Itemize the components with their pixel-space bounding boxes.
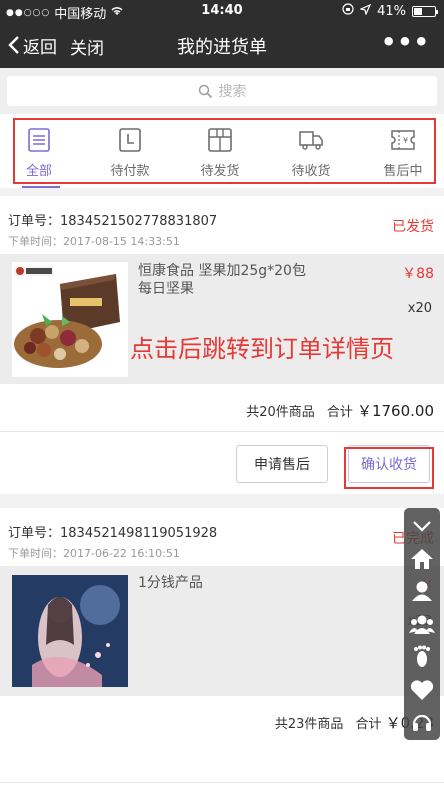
order-time: 下单时间：2017-06-22 16:10:51	[8, 547, 180, 560]
chevron-down-icon[interactable]	[404, 510, 440, 542]
product-name: 恒康食品 坚果加25g*20包 每日坚果	[138, 263, 306, 297]
order-card[interactable]: 订单号：1834521498119051928 下单时间：2017-06-22 …	[0, 508, 444, 784]
search-input[interactable]: 搜索	[7, 76, 437, 106]
product-price: ￥88	[402, 266, 434, 282]
order-actions: 申请售后 确认收货	[0, 432, 444, 494]
next-order-edge	[0, 782, 444, 805]
order-total: ￥1760.00	[356, 402, 434, 420]
status-right: 41%	[342, 3, 438, 19]
apply-after-sales-button[interactable]: 申请售后	[236, 445, 328, 483]
order-number: 订单号：1834521498119051928	[8, 526, 218, 541]
total-label: 合计	[326, 405, 353, 420]
headset-icon[interactable]	[404, 706, 440, 738]
page-title: 我的进货单	[177, 37, 267, 58]
product-quantity: x20	[407, 301, 432, 316]
home-icon[interactable]	[404, 543, 440, 575]
product-row[interactable]: 1分钱产品 ￥ x23	[0, 566, 444, 696]
search-icon	[198, 84, 213, 99]
order-header: 订单号：1834521502778831807 下单时间：2017-08-15 …	[0, 196, 444, 254]
tabs-highlight-frame	[13, 118, 436, 184]
item-count: 共20件商品	[246, 405, 315, 420]
search-placeholder: 搜索	[218, 84, 247, 100]
order-time: 下单时间：2017-08-15 14:33:51	[8, 235, 180, 248]
order-tabs: 全部 待付款 待发货 待收货 ¥ 售后中	[0, 114, 444, 188]
annotation-text: 点击后跳转到订单详情页	[130, 335, 394, 363]
user-icon[interactable]	[404, 575, 440, 607]
status-bar: ●●○○○ 中国移动 14:40 41%	[0, 0, 444, 22]
footprint-icon[interactable]	[404, 641, 440, 673]
item-count: 共23件商品	[274, 717, 344, 732]
order-status: 已发货	[392, 219, 434, 235]
product-row[interactable]: 恒康食品 坚果加25g*20包 每日坚果 ￥88 x20	[0, 254, 444, 384]
order-summary: 共23件商品 合计 ￥0.23	[0, 696, 444, 744]
active-tab-indicator	[22, 186, 60, 188]
confirm-receipt-button[interactable]: 确认收货	[348, 445, 430, 483]
order-number: 订单号：1834521502778831807	[8, 214, 218, 229]
product-name: 1分钱产品	[138, 575, 203, 591]
order-header: 订单号：1834521498119051928 下单时间：2017-06-22 …	[0, 508, 444, 566]
lock-rotation-icon	[342, 3, 354, 19]
more-menu-button[interactable]: •••	[381, 28, 430, 56]
battery-icon	[412, 5, 438, 17]
group-icon[interactable]	[404, 608, 440, 640]
battery-percent: 41%	[377, 3, 406, 19]
order-summary: 共20件商品 合计 ￥1760.00	[0, 384, 444, 432]
floating-toolbar	[404, 508, 440, 740]
location-icon	[359, 3, 372, 19]
nav-bar: 返回 关闭 我的进货单 •••	[0, 22, 444, 68]
heart-icon[interactable]	[404, 674, 440, 706]
battery-fill	[414, 7, 422, 15]
product-image	[12, 575, 128, 687]
product-image	[12, 262, 128, 377]
search-bar: 搜索	[0, 68, 444, 114]
total-label: 合计	[355, 717, 382, 732]
